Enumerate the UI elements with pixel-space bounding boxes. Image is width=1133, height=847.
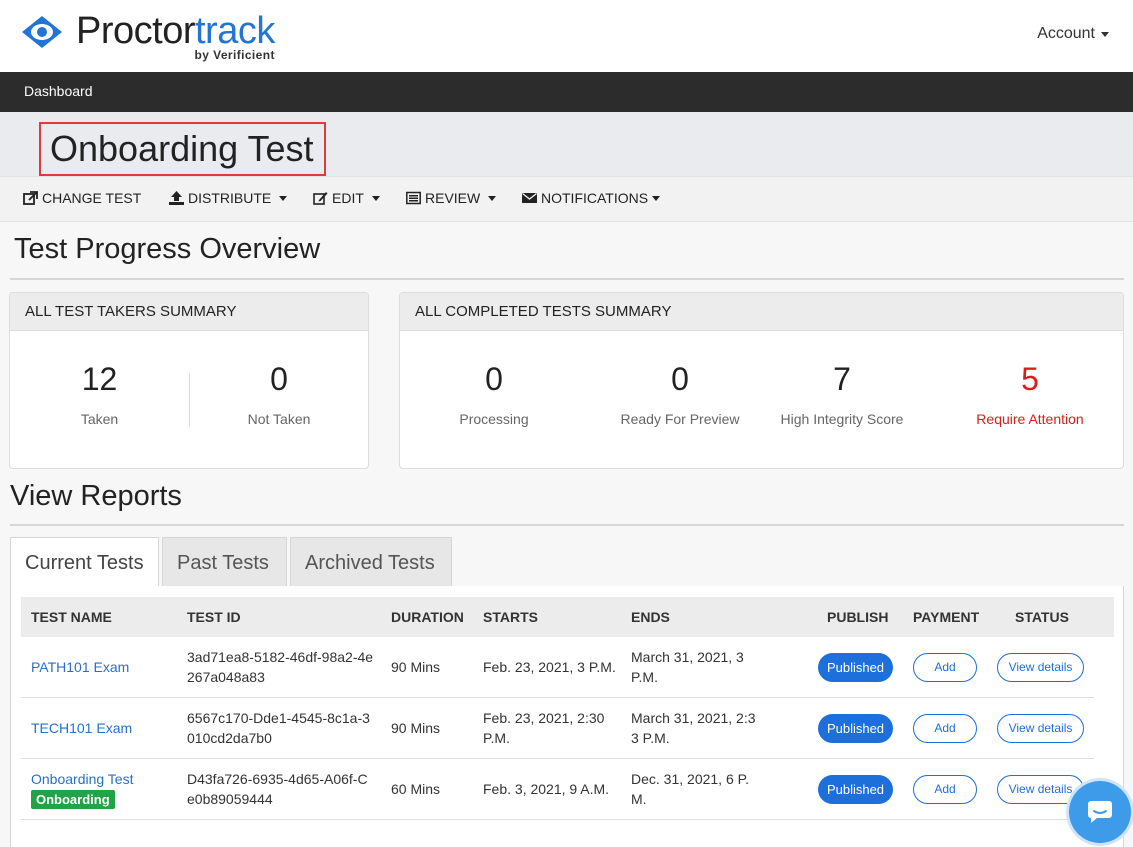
chat-bubble-icon xyxy=(1088,801,1112,823)
test-name-link[interactable]: PATH101 Exam xyxy=(31,657,129,677)
starts: Feb. 23, 2021, 3 P.M. xyxy=(483,659,616,675)
edit-icon xyxy=(313,192,328,205)
duration: 60 Mins xyxy=(391,781,441,797)
tab-past-tests[interactable]: Past Tests xyxy=(162,537,287,587)
test-id: D43fa726-6935-4d65-A06f-C e0b89059444 xyxy=(187,771,368,807)
stat-ready-for-preview: 0 Ready For Preview xyxy=(620,361,740,427)
table-row: Onboarding Test Onboarding D43fa726-6935… xyxy=(21,759,1094,820)
table-row: TECH101 Exam 6567c170-Dde1-4545-8c1a-3 0… xyxy=(21,698,1094,759)
external-link-icon xyxy=(23,191,38,205)
ends: Dec. 31, 2021, 6 P. M. xyxy=(631,771,750,807)
test-toolbar: CHANGE TEST DISTRIBUTE EDIT REVIEW NOTIF… xyxy=(0,176,1133,222)
list-alt-icon xyxy=(406,191,421,205)
eye-logo-icon xyxy=(22,16,62,48)
column-header: TEST ID xyxy=(187,609,241,625)
tests-table: TEST NAME TEST ID DURATION STARTS ENDS P… xyxy=(10,586,1124,847)
card-title: ALL TEST TAKERS SUMMARY xyxy=(10,293,368,331)
brand-logo[interactable]: Proctortrack by Verificient xyxy=(20,10,275,62)
tab-current-tests[interactable]: Current Tests xyxy=(10,537,159,588)
page-title: Onboarding Test xyxy=(39,122,326,176)
nav-dashboard-link[interactable]: Dashboard xyxy=(24,83,93,99)
ends: March 31, 2021, 2:3 3 P.M. xyxy=(631,710,756,746)
duration: 90 Mins xyxy=(391,659,441,675)
published-button[interactable]: Published xyxy=(818,714,893,743)
table-row: PATH101 Exam 3ad71ea8-5182-46df-98a2-4e … xyxy=(21,637,1094,698)
caret-down-icon xyxy=(652,195,661,201)
column-header: STATUS xyxy=(1015,609,1069,625)
published-button[interactable]: Published xyxy=(818,775,893,804)
ends: March 31, 2021, 3 P.M. xyxy=(631,649,744,685)
column-header: DURATION xyxy=(391,609,464,625)
stat-require-attention[interactable]: 5 Require Attention xyxy=(950,361,1110,427)
test-name-link[interactable]: TECH101 Exam xyxy=(31,718,132,738)
chat-widget-button[interactable] xyxy=(1069,781,1131,843)
test-id: 6567c170-Dde1-4545-8c1a-3 010cd2da7b0 xyxy=(187,710,370,746)
test-id: 3ad71ea8-5182-46df-98a2-4e 267a048a83 xyxy=(187,649,374,685)
caret-down-icon xyxy=(279,195,288,201)
view-details-button[interactable]: View details xyxy=(997,714,1084,743)
brand-name: Proctortrack xyxy=(76,10,275,52)
add-payment-button[interactable]: Add xyxy=(913,775,977,804)
brand-tagline: by Verificient xyxy=(194,48,275,62)
upload-icon xyxy=(169,191,184,205)
column-header: STARTS xyxy=(483,609,538,625)
distribute-dropdown[interactable]: DISTRIBUTE xyxy=(169,190,288,206)
caret-down-icon xyxy=(1101,31,1109,37)
duration: 90 Mins xyxy=(391,720,441,736)
column-header: PUBLISH xyxy=(827,609,889,625)
top-header: Proctortrack by Verificient Account xyxy=(0,0,1133,72)
test-takers-summary-card: ALL TEST TAKERS SUMMARY 12 Taken 0 Not T… xyxy=(9,292,369,469)
column-header: PAYMENT xyxy=(913,609,980,625)
column-header: TEST NAME xyxy=(31,609,112,625)
account-menu[interactable]: Account xyxy=(1037,25,1109,43)
test-name-link[interactable]: Onboarding Test xyxy=(31,769,133,789)
view-details-button[interactable]: View details xyxy=(997,653,1084,682)
onboarding-badge: Onboarding xyxy=(31,790,115,809)
reports-heading: View Reports xyxy=(10,480,1124,526)
title-band: Onboarding Test xyxy=(0,112,1133,176)
change-test-button[interactable]: CHANGE TEST xyxy=(23,190,141,206)
completed-tests-summary-card: ALL COMPLETED TESTS SUMMARY 0 Processing… xyxy=(399,292,1124,469)
edit-dropdown[interactable]: EDIT xyxy=(313,190,380,206)
progress-heading: Test Progress Overview xyxy=(10,233,1124,280)
review-dropdown[interactable]: REVIEW xyxy=(406,190,497,206)
add-payment-button[interactable]: Add xyxy=(913,714,977,743)
stat-not-taken: 0 Not Taken xyxy=(247,361,311,427)
starts: Feb. 23, 2021, 2:30 P.M. xyxy=(483,710,605,746)
envelope-icon xyxy=(522,192,537,203)
test-name-cell: Onboarding Test Onboarding xyxy=(31,769,133,809)
caret-down-icon xyxy=(488,195,497,201)
tab-archived-tests[interactable]: Archived Tests xyxy=(290,537,452,587)
card-title: ALL COMPLETED TESTS SUMMARY xyxy=(400,293,1123,331)
stat-high-integrity-score: 7 High Integrity Score xyxy=(780,361,904,427)
main-navbar: Dashboard xyxy=(0,72,1133,112)
add-payment-button[interactable]: Add xyxy=(913,653,977,682)
table-header: TEST NAME TEST ID DURATION STARTS ENDS P… xyxy=(21,597,1114,637)
column-header: ENDS xyxy=(631,609,670,625)
account-label: Account xyxy=(1037,25,1095,42)
published-button[interactable]: Published xyxy=(818,653,893,682)
starts: Feb. 3, 2021, 9 A.M. xyxy=(483,781,610,797)
stat-processing: 0 Processing xyxy=(459,361,529,427)
stat-taken: 12 Taken xyxy=(80,361,119,427)
caret-down-icon xyxy=(371,195,380,201)
notifications-dropdown[interactable]: NOTIFICATIONS xyxy=(522,190,661,206)
